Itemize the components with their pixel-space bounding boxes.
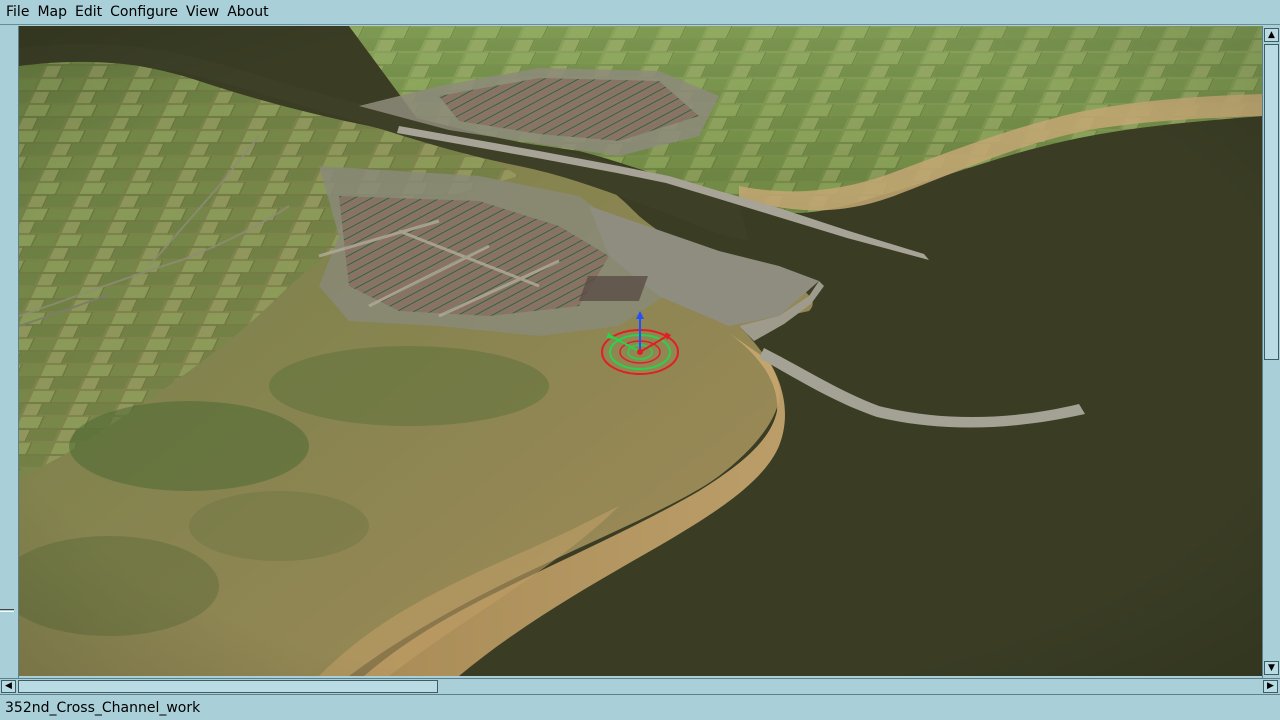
scroll-right-icon[interactable]: ▶ xyxy=(1263,680,1278,693)
splitter-grip-icon xyxy=(0,609,14,612)
menu-bar: File Map Edit Configure View About xyxy=(0,0,1280,25)
horizontal-scroll-thumb[interactable] xyxy=(18,680,438,693)
vertical-scroll-thumb[interactable] xyxy=(1264,44,1279,360)
menu-edit[interactable]: Edit xyxy=(71,1,106,23)
vertical-scrollbar[interactable]: ▲ ▼ xyxy=(1262,26,1280,678)
menu-file[interactable]: File xyxy=(2,1,33,23)
menu-configure[interactable]: Configure xyxy=(106,1,182,23)
menu-about[interactable]: About xyxy=(223,1,272,23)
terrain-render[interactable] xyxy=(19,26,1262,676)
scroll-left-icon[interactable]: ◀ xyxy=(1,680,16,693)
scroll-down-icon[interactable]: ▼ xyxy=(1264,661,1279,675)
scroll-up-icon[interactable]: ▲ xyxy=(1264,28,1279,42)
menu-map[interactable]: Map xyxy=(33,1,71,23)
status-mission-name: 352nd_Cross_Channel_work xyxy=(5,699,201,716)
status-bar: 352nd_Cross_Channel_work xyxy=(0,694,1280,720)
map-viewport-frame: ▲ ▼ ◀ ▶ xyxy=(0,26,1280,694)
left-splitter[interactable] xyxy=(0,26,19,678)
map-3d-view[interactable] xyxy=(19,26,1262,676)
menu-view[interactable]: View xyxy=(182,1,223,23)
horizontal-scrollbar[interactable]: ◀ ▶ xyxy=(0,678,1280,694)
